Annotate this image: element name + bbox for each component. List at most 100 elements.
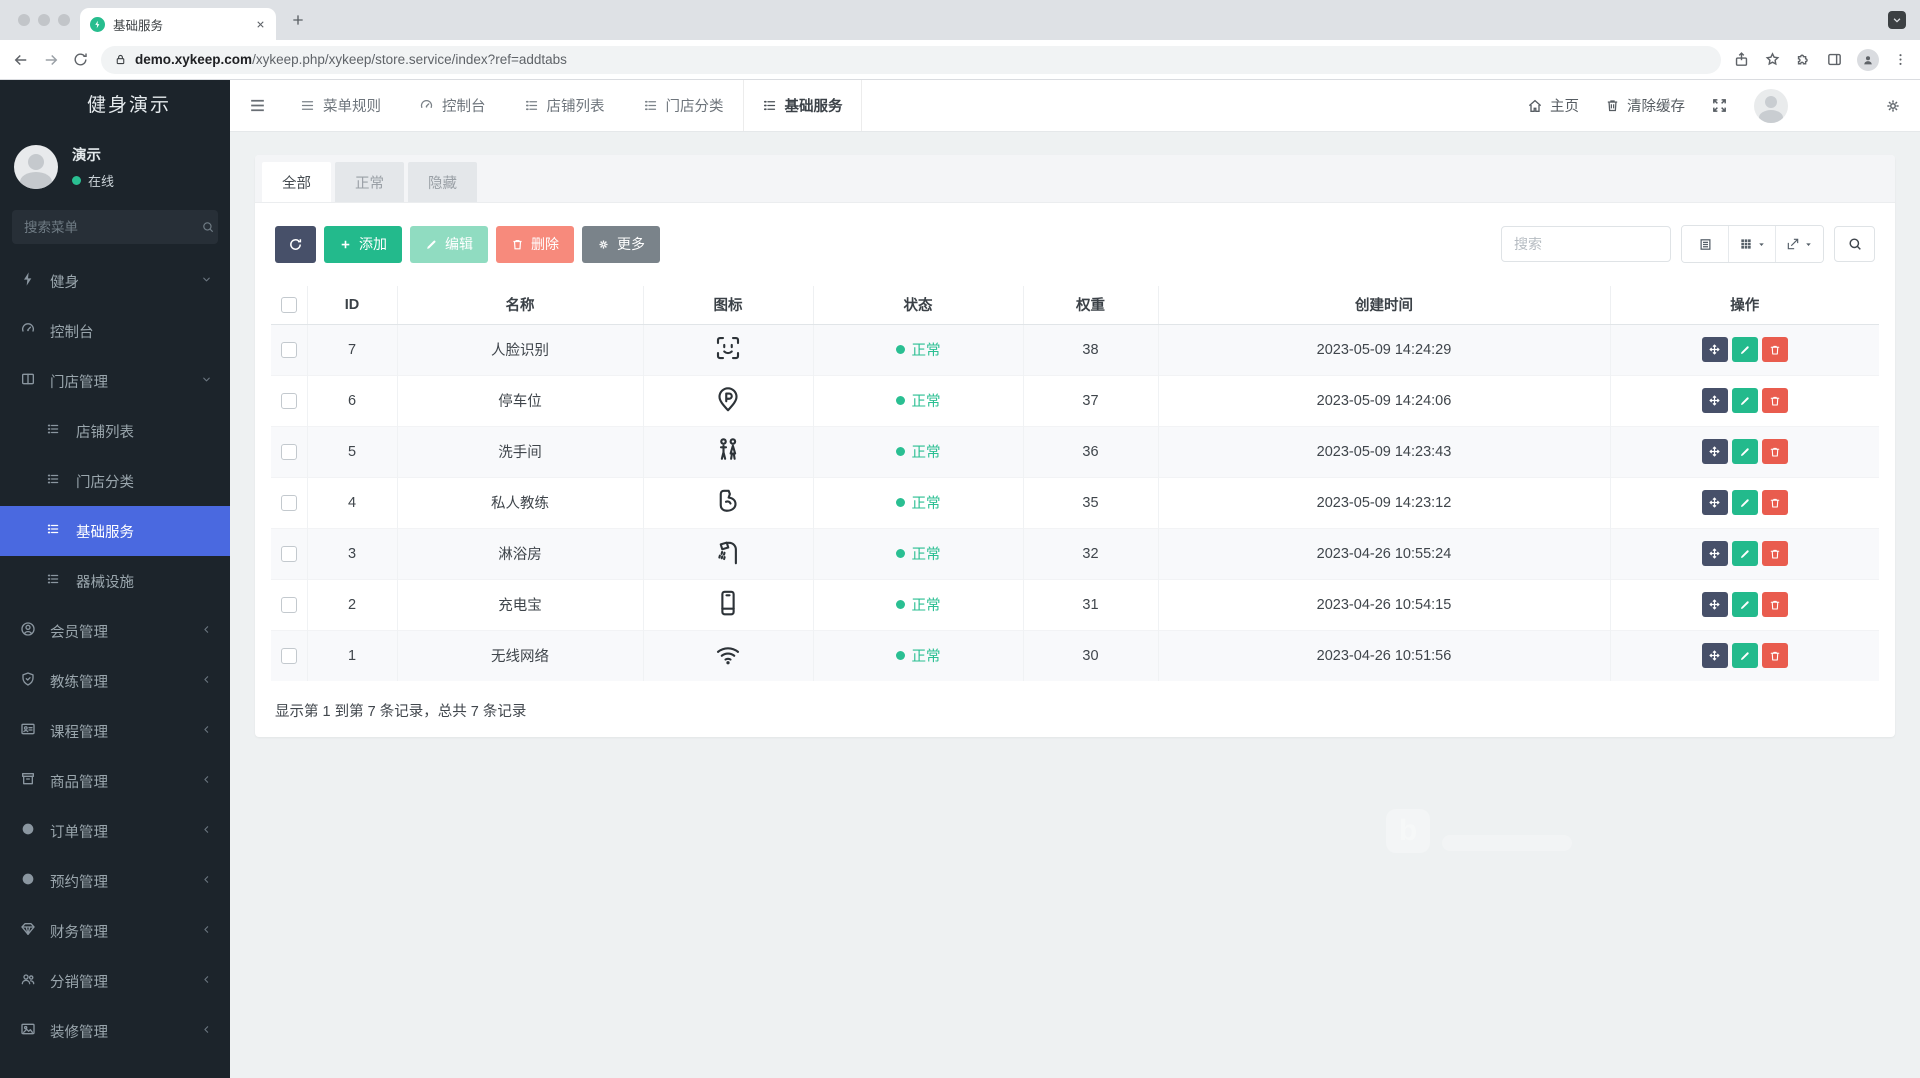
columns-dropdown-button[interactable] <box>1729 226 1776 262</box>
row-drag-button[interactable] <box>1701 490 1728 515</box>
watermark-logo: b <box>1386 809 1430 853</box>
forward-icon[interactable] <box>42 51 60 69</box>
back-icon[interactable] <box>12 51 30 69</box>
share-icon[interactable] <box>1733 51 1750 68</box>
export-dropdown-button[interactable] <box>1776 226 1823 262</box>
settings-gears-icon[interactable] <box>1884 97 1902 115</box>
row-edit-button[interactable] <box>1731 337 1758 362</box>
add-button[interactable]: 添加 <box>324 225 402 263</box>
tab-close-icon[interactable] <box>255 19 266 30</box>
sidebar-item-store-mgmt[interactable]: 门店管理 <box>0 356 230 406</box>
reload-icon[interactable] <box>72 51 89 68</box>
sidebar-item-basic-service[interactable]: 基础服务 <box>0 506 230 556</box>
row-delete-button[interactable] <box>1761 439 1788 464</box>
row-delete-button[interactable] <box>1761 541 1788 566</box>
avatar[interactable] <box>14 145 58 189</box>
row-edit-button[interactable] <box>1731 643 1758 669</box>
row-checkbox[interactable] <box>280 596 297 613</box>
sidebar-item-coach-mgmt[interactable]: 教练管理 <box>0 656 230 706</box>
row-edit-button[interactable] <box>1731 388 1758 413</box>
row-drag-button[interactable] <box>1701 337 1728 362</box>
search-submit-button[interactable] <box>1834 226 1875 262</box>
window-minimize-button[interactable] <box>38 14 50 26</box>
sidebar-item-course-mgmt[interactable]: 课程管理 <box>0 706 230 756</box>
column-header[interactable]: 操作 <box>1609 286 1879 325</box>
column-header[interactable]: 创建时间 <box>1157 286 1610 325</box>
column-header[interactable]: 权重 <box>1022 286 1158 325</box>
tab-label: 基础服务 <box>784 99 843 115</box>
tab-menu-rules[interactable]: 菜单规则 <box>281 80 400 131</box>
tab-search-icon[interactable] <box>1888 11 1906 29</box>
delete-button[interactable]: 删除 <box>496 225 574 263</box>
kebab-menu-icon[interactable] <box>1893 52 1908 67</box>
column-header[interactable]: 状态 <box>812 286 1023 325</box>
new-tab-button[interactable] <box>290 12 306 28</box>
row-drag-button[interactable] <box>1701 439 1728 464</box>
sidebar-item-fitness[interactable]: 健身 <box>0 256 230 306</box>
fullscreen-icon[interactable] <box>1711 97 1728 114</box>
row-checkbox[interactable] <box>280 494 297 511</box>
filter-tab-all[interactable]: 全部 <box>262 162 331 202</box>
hamburger-icon[interactable] <box>248 96 267 115</box>
row-drag-button[interactable] <box>1701 592 1728 617</box>
sidebar-item-order-mgmt[interactable]: 订单管理 <box>0 806 230 856</box>
row-drag-button[interactable] <box>1701 643 1728 669</box>
sidebar-item-decoration-mgmt[interactable]: 装修管理 <box>0 1006 230 1056</box>
column-header[interactable]: 名称 <box>396 286 643 325</box>
address-bar[interactable]: demo.xykeep.com/xykeep.php/xykeep/store.… <box>101 45 1721 74</box>
toggle-view-button[interactable] <box>1682 226 1729 262</box>
window-zoom-button[interactable] <box>58 14 70 26</box>
row-checkbox[interactable] <box>280 647 297 664</box>
sidebar-item-member-mgmt[interactable]: 会员管理 <box>0 606 230 656</box>
sidebar-item-finance-mgmt[interactable]: 财务管理 <box>0 906 230 956</box>
tab-basic-service[interactable]: 基础服务 <box>742 80 862 131</box>
row-delete-button[interactable] <box>1761 388 1788 413</box>
extensions-puzzle-icon[interactable] <box>1795 51 1812 68</box>
row-checkbox[interactable] <box>280 545 297 562</box>
topbar-avatar[interactable] <box>1754 88 1788 123</box>
row-delete-button[interactable] <box>1761 643 1788 669</box>
tab-dashboard[interactable]: 控制台 <box>400 80 505 131</box>
row-delete-button[interactable] <box>1761 592 1788 617</box>
more-button[interactable]: 更多 <box>582 225 660 263</box>
clear-cache-button[interactable]: 清除缓存 <box>1605 95 1685 116</box>
sidebar-item-equipment[interactable]: 器械设施 <box>0 556 230 606</box>
side-panel-icon[interactable] <box>1826 51 1843 68</box>
menu-search-input[interactable] <box>24 219 201 235</box>
sidebar-item-dashboard[interactable]: 控制台 <box>0 306 230 356</box>
cell-id: 4 <box>306 476 397 528</box>
sidebar-item-goods-mgmt[interactable]: 商品管理 <box>0 756 230 806</box>
tab-store-list[interactable]: 店铺列表 <box>505 80 624 131</box>
row-checkbox[interactable] <box>280 392 297 409</box>
filter-tab-hidden[interactable]: 隐藏 <box>408 162 477 202</box>
column-header[interactable]: ID <box>306 286 397 325</box>
sidebar-item-booking-mgmt[interactable]: 预约管理 <box>0 856 230 906</box>
row-edit-button[interactable] <box>1731 541 1758 566</box>
window-close-button[interactable] <box>18 14 30 26</box>
row-delete-button[interactable] <box>1761 490 1788 515</box>
browser-tab[interactable]: 基础服务 <box>80 8 276 40</box>
refresh-button[interactable] <box>275 225 316 263</box>
row-checkbox[interactable] <box>280 341 297 358</box>
sidebar-item-store-list[interactable]: 店铺列表 <box>0 406 230 456</box>
bookmark-star-icon[interactable] <box>1764 51 1781 68</box>
row-edit-button[interactable] <box>1731 439 1758 464</box>
row-checkbox[interactable] <box>280 443 297 460</box>
sidebar-item-store-category[interactable]: 门店分类 <box>0 456 230 506</box>
idcard-icon <box>20 721 36 737</box>
edit-button[interactable]: 编辑 <box>410 225 488 263</box>
filter-tab-normal[interactable]: 正常 <box>335 162 404 202</box>
row-drag-button[interactable] <box>1701 541 1728 566</box>
home-button[interactable]: 主页 <box>1527 95 1579 116</box>
tab-store-category[interactable]: 门店分类 <box>624 80 743 131</box>
row-edit-button[interactable] <box>1731 490 1758 515</box>
menu-search-box[interactable] <box>12 210 218 244</box>
row-drag-button[interactable] <box>1701 388 1728 413</box>
column-header[interactable]: 图标 <box>642 286 813 325</box>
select-all-checkbox[interactable] <box>280 296 297 313</box>
row-delete-button[interactable] <box>1761 337 1788 362</box>
sidebar-item-distribution-mgmt[interactable]: 分销管理 <box>0 956 230 1006</box>
table-search-input[interactable] <box>1501 226 1671 262</box>
browser-profile-avatar[interactable] <box>1857 48 1879 71</box>
row-edit-button[interactable] <box>1731 592 1758 617</box>
